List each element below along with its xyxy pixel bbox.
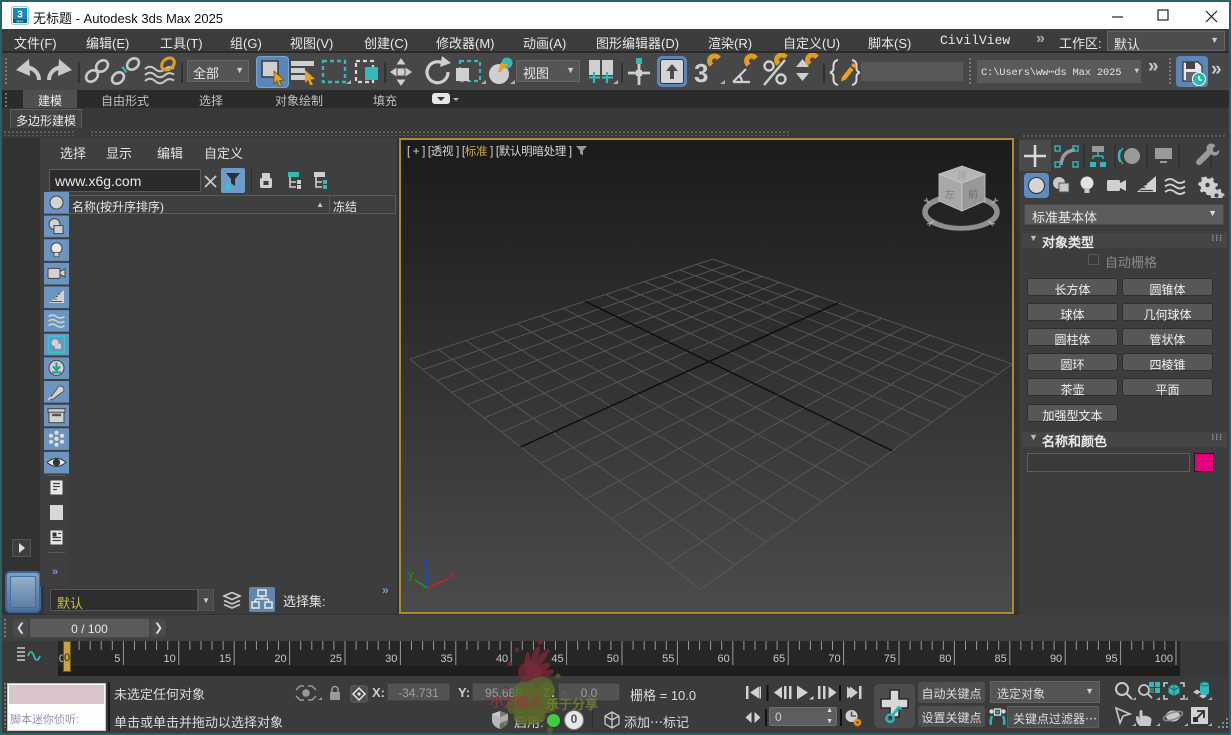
svg-text:95: 95 <box>1105 653 1117 665</box>
svg-text:20: 20 <box>274 653 286 665</box>
svg-text:30: 30 <box>385 653 397 665</box>
svg-text:35: 35 <box>441 653 453 665</box>
svg-text:25: 25 <box>330 653 342 665</box>
svg-text:10: 10 <box>164 653 176 665</box>
svg-text:3: 3 <box>694 58 708 88</box>
svg-text:55: 55 <box>662 653 674 665</box>
svg-text:z: z <box>423 557 429 569</box>
svg-text:15: 15 <box>219 653 231 665</box>
svg-text:乐于分享: 乐于分享 <box>546 697 598 712</box>
svg-text:x: x <box>449 569 455 581</box>
svg-text:y: y <box>408 569 414 581</box>
svg-text:85: 85 <box>995 653 1007 665</box>
svg-text:90: 90 <box>1050 653 1062 665</box>
svg-text:前: 前 <box>968 188 978 201</box>
svg-text:60: 60 <box>718 653 730 665</box>
svg-text:70: 70 <box>828 653 840 665</box>
svg-text:MAX: MAX <box>16 19 24 23</box>
svg-text:75: 75 <box>884 653 896 665</box>
svg-text:80: 80 <box>939 653 951 665</box>
svg-text:5: 5 <box>114 653 120 665</box>
svg-text:小刀娱乐: 小刀娱乐 <box>490 695 542 710</box>
svg-text:»: » <box>52 566 58 578</box>
svg-text:左: 左 <box>945 188 955 201</box>
svg-text:顶: 顶 <box>958 171 966 180</box>
svg-text:65: 65 <box>773 653 785 665</box>
svg-text:100: 100 <box>1155 653 1173 665</box>
